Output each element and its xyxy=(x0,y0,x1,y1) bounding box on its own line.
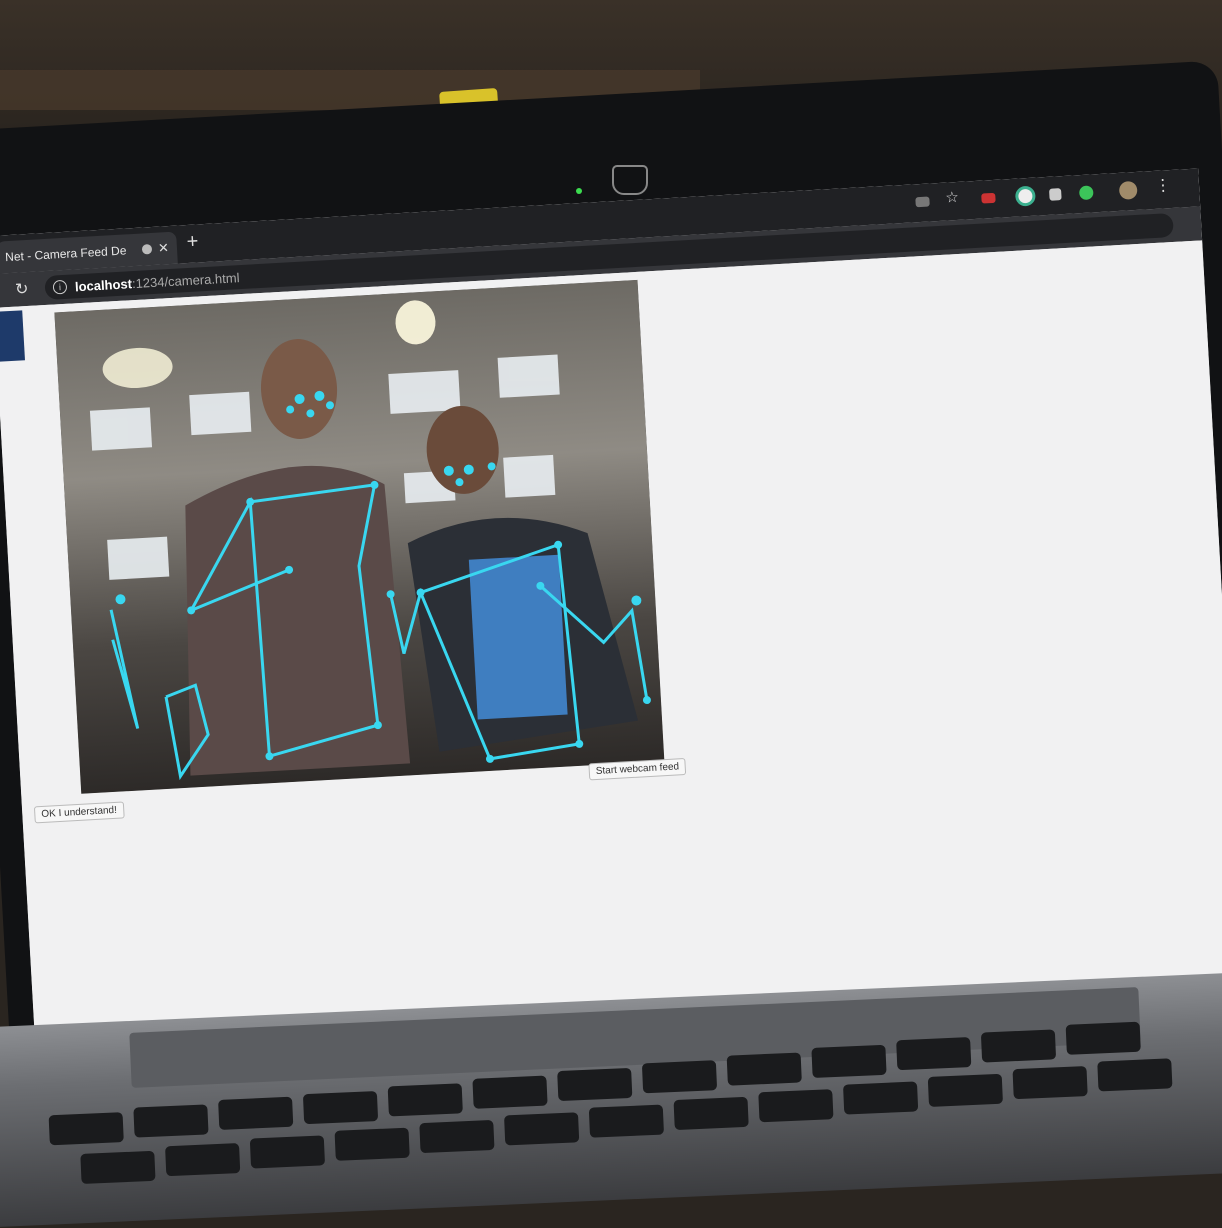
key xyxy=(334,1127,410,1161)
profile-avatar-icon[interactable] xyxy=(1118,180,1138,200)
key xyxy=(387,1083,463,1117)
key xyxy=(80,1150,156,1184)
webcam-privacy-icon xyxy=(612,165,648,195)
key xyxy=(1065,1021,1141,1055)
url-host: localhost xyxy=(74,275,133,294)
key xyxy=(133,1104,209,1138)
key xyxy=(48,1112,124,1146)
key xyxy=(218,1096,294,1130)
laptop-screen: Net - Camera Feed De ✕ + ☆ ⋮ ↻ i localho… xyxy=(0,168,1222,1055)
key xyxy=(927,1073,1003,1107)
grammarly-icon[interactable] xyxy=(1014,185,1036,207)
key xyxy=(896,1037,972,1071)
key xyxy=(641,1060,718,1094)
key xyxy=(673,1096,749,1131)
notice-banner xyxy=(0,310,25,362)
key xyxy=(557,1067,633,1102)
reload-button[interactable]: ↻ xyxy=(14,279,29,300)
info-icon[interactable]: i xyxy=(52,279,68,295)
webcam-video xyxy=(54,279,665,794)
person-left xyxy=(185,465,411,776)
key xyxy=(302,1091,379,1125)
key xyxy=(811,1044,887,1078)
key xyxy=(758,1089,834,1123)
star-icon[interactable]: ☆ xyxy=(945,188,959,207)
webcam-indicator-light xyxy=(576,188,582,194)
key xyxy=(504,1112,580,1146)
recording-icon xyxy=(141,243,153,255)
page-content: Start webcam feed OK I understand! xyxy=(0,240,1222,1055)
key xyxy=(588,1104,665,1138)
key xyxy=(249,1135,326,1169)
key xyxy=(419,1119,495,1154)
extension-icon[interactable] xyxy=(981,192,996,204)
url-path: :1234/camera.html xyxy=(131,269,240,291)
key xyxy=(843,1081,919,1115)
menu-dots-icon[interactable]: ⋮ xyxy=(1154,175,1172,196)
blue-shirt xyxy=(468,554,568,720)
extension-icon[interactable] xyxy=(1078,185,1094,201)
key xyxy=(980,1029,1057,1063)
key xyxy=(726,1052,802,1086)
key xyxy=(472,1075,548,1109)
pose-overlay xyxy=(54,279,665,794)
ok-understand-button[interactable]: OK I understand! xyxy=(33,801,125,824)
camera-icon[interactable] xyxy=(915,196,930,208)
tab-title: Net - Camera Feed De xyxy=(4,243,127,265)
extension-icon[interactable] xyxy=(1049,188,1062,201)
key xyxy=(1012,1066,1088,1100)
key xyxy=(165,1143,241,1177)
close-icon[interactable]: ✕ xyxy=(158,240,170,257)
new-tab-button[interactable]: + xyxy=(186,230,199,254)
key xyxy=(1097,1058,1173,1092)
